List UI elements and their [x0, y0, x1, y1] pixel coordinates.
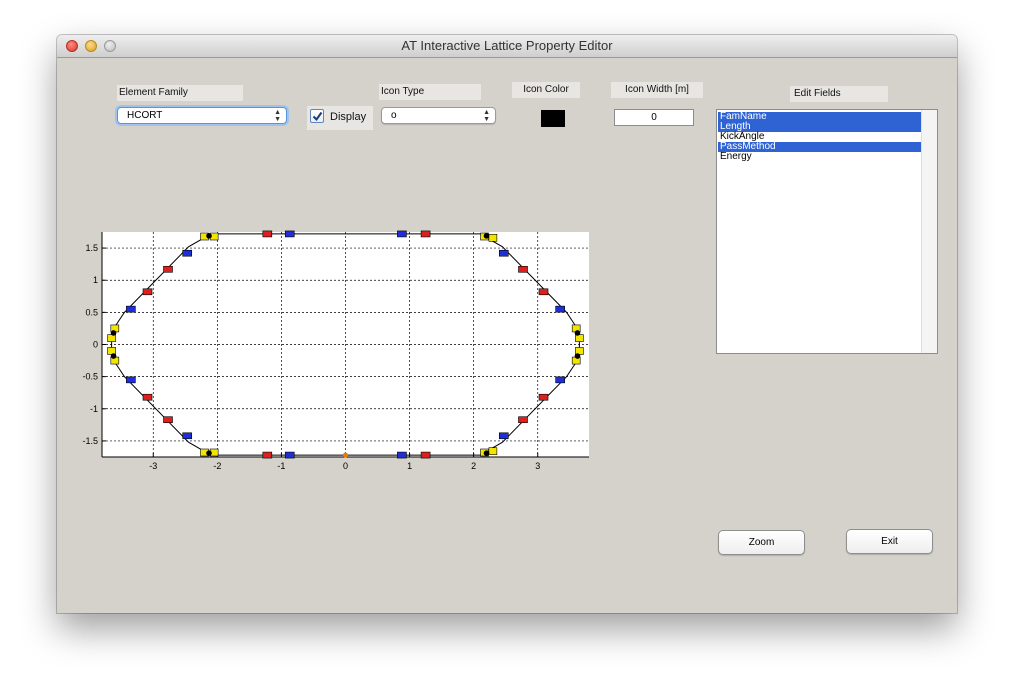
element-marker — [182, 432, 193, 440]
element-marker — [107, 347, 116, 355]
x-tick-label: -1 — [277, 461, 285, 471]
app-window: AT Interactive Lattice Property Editor E… — [57, 35, 957, 613]
element-marker — [343, 452, 348, 458]
element-marker — [518, 265, 528, 273]
element-marker — [163, 416, 173, 424]
y-tick-label: 1 — [93, 275, 98, 285]
x-tick-label: -3 — [149, 461, 157, 471]
element-marker — [182, 249, 193, 257]
element-marker — [498, 249, 509, 257]
element-marker — [284, 451, 295, 459]
element-marker — [126, 305, 136, 313]
y-tick-label: -1 — [90, 404, 98, 414]
element-marker — [420, 451, 431, 459]
y-tick-label: -0.5 — [82, 372, 98, 382]
element-marker — [262, 230, 273, 238]
element-marker — [483, 450, 490, 456]
element-marker — [575, 347, 584, 355]
element-marker — [488, 233, 498, 242]
element-marker — [574, 353, 581, 359]
element-marker — [142, 288, 153, 296]
element-marker — [538, 393, 549, 401]
element-marker — [555, 305, 565, 313]
element-marker — [206, 450, 212, 456]
element-marker — [107, 334, 116, 342]
element-marker — [518, 416, 528, 424]
element-marker — [574, 330, 581, 336]
element-marker — [538, 288, 549, 296]
y-tick-label: 0.5 — [85, 307, 98, 317]
y-tick-label: 1.5 — [85, 243, 98, 253]
element-marker — [488, 447, 498, 456]
element-marker — [575, 334, 584, 342]
lattice-plot[interactable]: -3 -2 -1 0 1 2 3 -1.5 -1 -0.5 0 0.5 1 1.5 — [57, 35, 957, 613]
x-tick-label: 1 — [407, 461, 412, 471]
element-marker — [555, 376, 565, 384]
element-marker — [110, 353, 117, 359]
element-marker — [110, 330, 117, 336]
x-tick-label: 0 — [343, 461, 348, 471]
element-marker — [142, 393, 153, 401]
element-marker — [284, 230, 295, 238]
element-marker — [397, 451, 407, 459]
element-marker — [126, 376, 136, 384]
element-marker — [498, 432, 509, 440]
y-tick-label: -1.5 — [82, 436, 98, 446]
x-tick-label: -2 — [213, 461, 221, 471]
element-marker — [262, 451, 273, 459]
element-marker — [397, 230, 407, 238]
y-tick-label: 0 — [93, 340, 98, 350]
element-marker — [206, 233, 212, 239]
element-marker — [420, 230, 431, 238]
element-marker — [163, 265, 173, 273]
x-tick-label: 2 — [471, 461, 476, 471]
x-tick-label: 3 — [535, 461, 540, 471]
element-marker — [483, 233, 490, 239]
